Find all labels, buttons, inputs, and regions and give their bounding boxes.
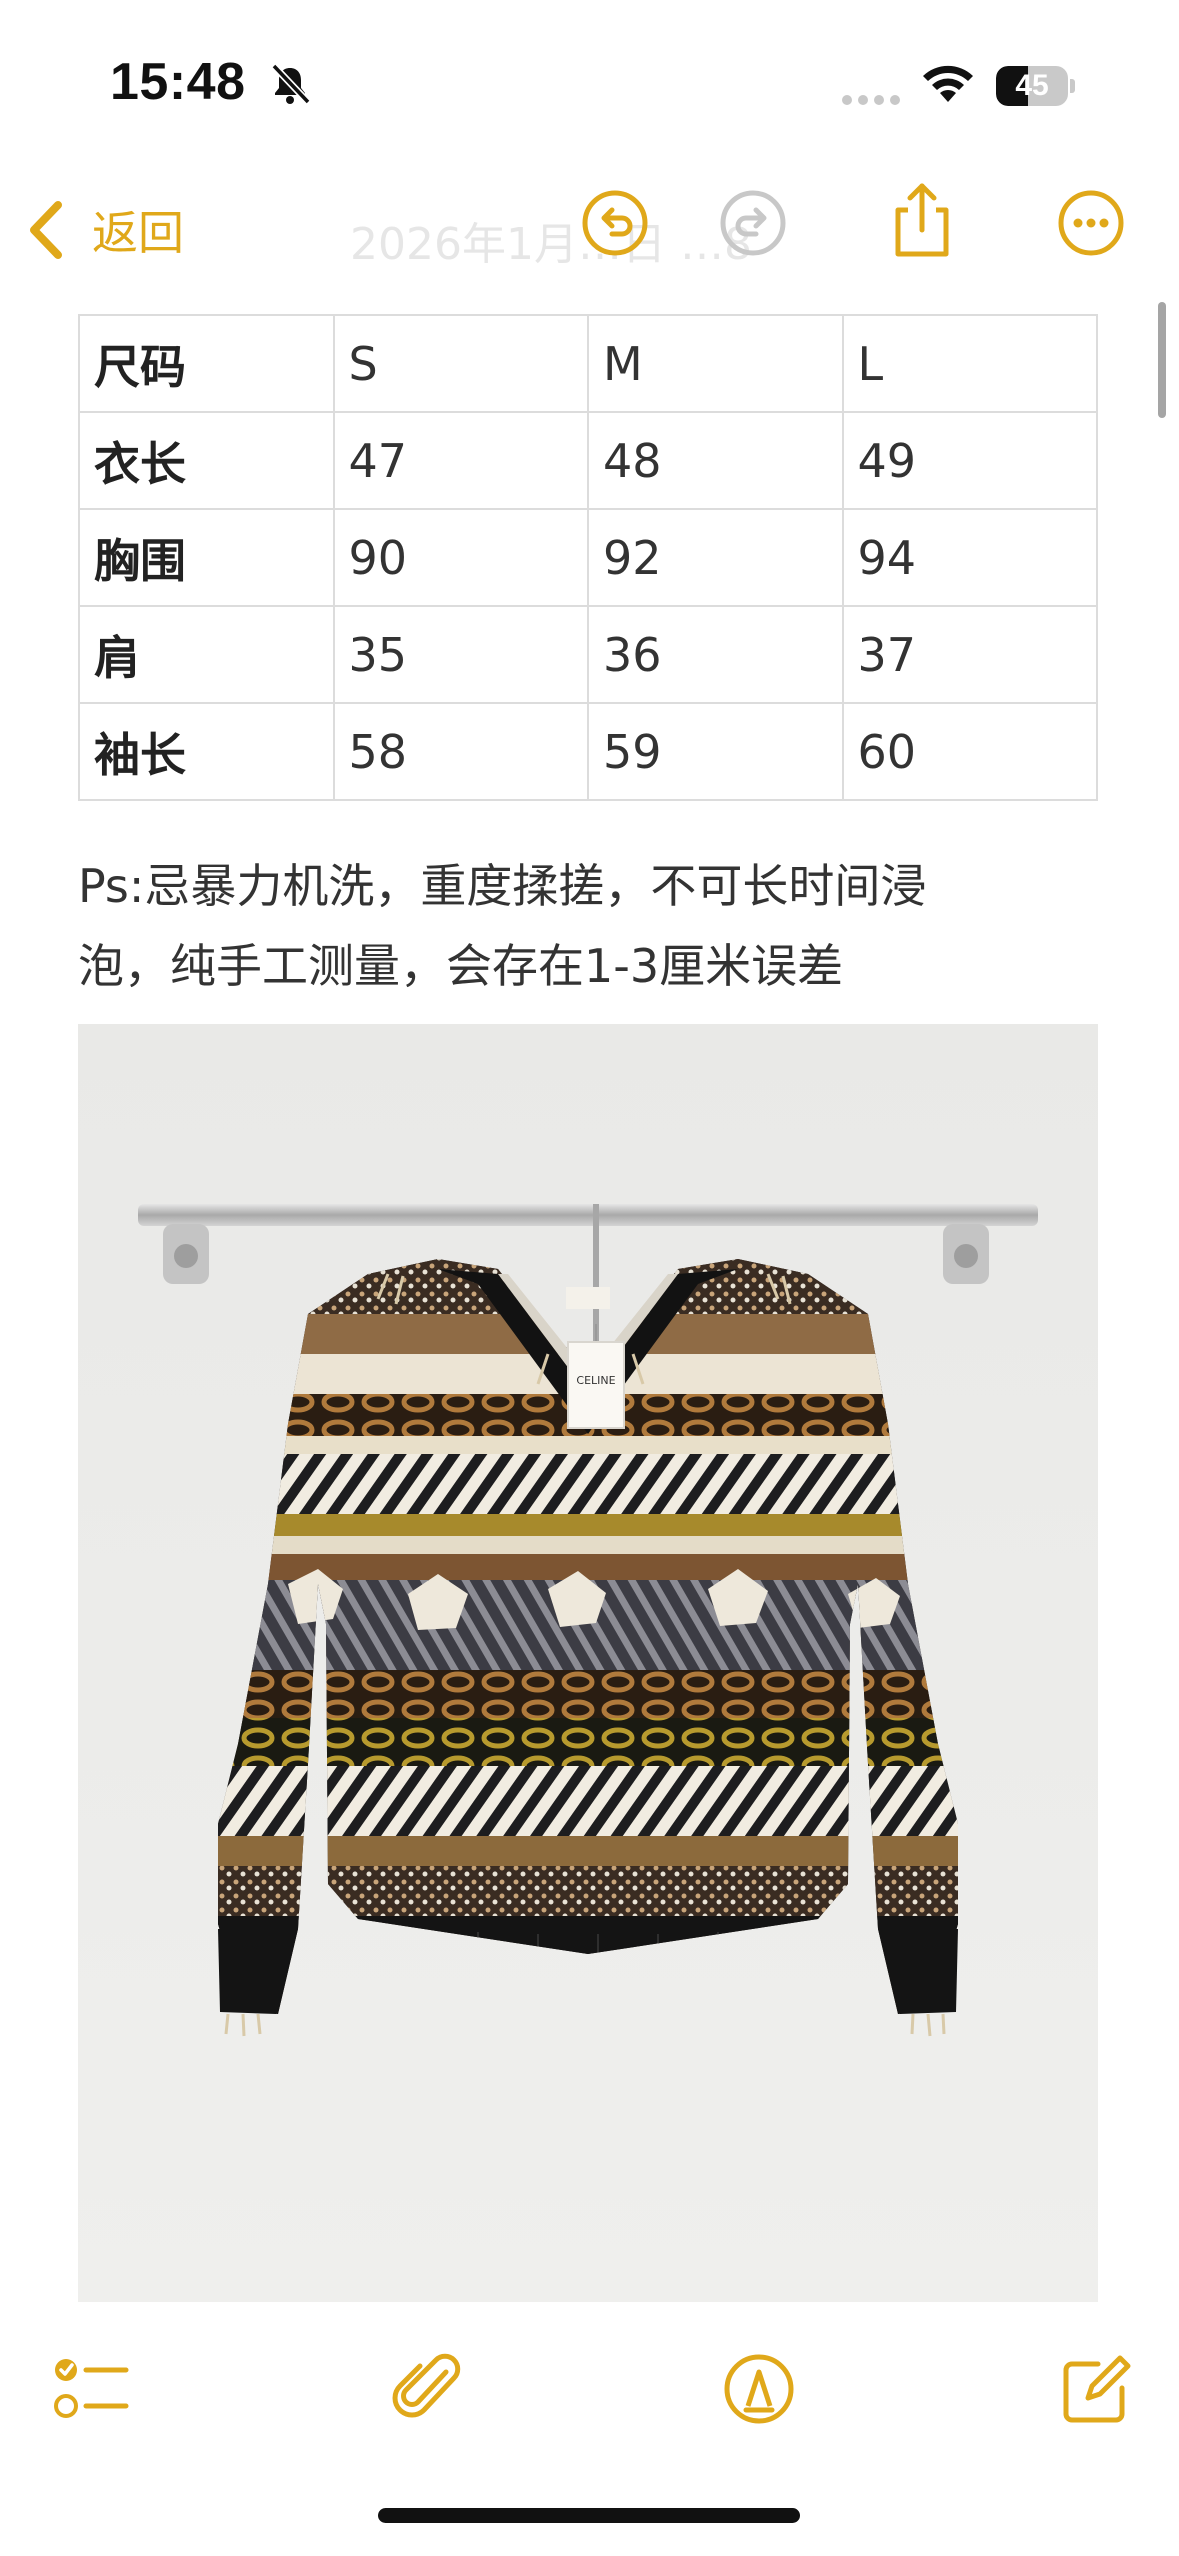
- battery-icon: 45: [996, 66, 1076, 106]
- tag-text: CELINE: [576, 1374, 615, 1387]
- home-indicator[interactable]: [378, 2508, 800, 2523]
- wifi-icon: [923, 65, 973, 102]
- table-cell: S: [332, 314, 589, 413]
- signal-icon: [842, 95, 900, 105]
- share-icon[interactable]: [886, 180, 958, 260]
- table-cell: L: [841, 314, 1098, 413]
- undo-icon[interactable]: [580, 188, 650, 258]
- size-table: 尺码 S M L 衣长 47 48 49 胸围 90 92 94 肩 35 36…: [78, 314, 1098, 801]
- table-cell: 肩: [78, 605, 335, 704]
- table-cell: 47: [332, 411, 589, 510]
- chevron-left-icon: [30, 201, 62, 259]
- table-cell: M: [587, 314, 844, 413]
- note-title: 2026年1月…日 …8: [350, 219, 752, 270]
- table-cell: 35: [332, 605, 589, 704]
- note-body[interactable]: Ps:忌暴力机洗，重度揉搓，不可长时间浸 泡，纯手工测量，会存在1-3厘米误差: [78, 846, 1108, 1006]
- checklist-icon[interactable]: [52, 2350, 130, 2428]
- table-row: 衣长 47 48 49: [78, 411, 1098, 510]
- table-row: 肩 35 36 37: [78, 605, 1098, 704]
- back-button[interactable]: 返回: [24, 190, 184, 270]
- more-icon[interactable]: [1056, 188, 1126, 258]
- redo-icon[interactable]: [718, 188, 788, 258]
- table-cell: 胸围: [78, 508, 335, 607]
- table-cell: 49: [841, 411, 1098, 510]
- compose-icon[interactable]: [1058, 2350, 1136, 2428]
- table-cell: 36: [587, 605, 844, 704]
- status-bar: 15:48 45: [0, 0, 1179, 150]
- table-cell: 尺码: [78, 314, 335, 413]
- table-cell: 58: [332, 702, 589, 801]
- table-cell: 48: [587, 411, 844, 510]
- bell-slash-icon: [271, 63, 311, 105]
- note-line: Ps:忌暴力机洗，重度揉搓，不可长时间浸: [78, 859, 927, 913]
- table-cell: 92: [587, 508, 844, 607]
- battery-level: 45: [1015, 69, 1049, 102]
- notes-screen: 15:48 45 返回 2026年1月…日 …8 尺码 S M L 衣长 47 …: [0, 0, 1179, 2556]
- sweater-illustration: CELINE: [78, 1024, 1098, 2302]
- bottom-toolbar: [0, 2320, 1179, 2450]
- attachment-icon[interactable]: [390, 2350, 468, 2428]
- status-time: 15:48: [110, 53, 246, 111]
- product-photo[interactable]: CELINE: [78, 1024, 1098, 2302]
- table-row: 袖长 58 59 60: [78, 702, 1098, 801]
- table-cell: 衣长: [78, 411, 335, 510]
- battery-body: 45: [996, 66, 1068, 106]
- note-line: 泡，纯手工测量，会存在1-3厘米误差: [78, 939, 844, 993]
- nav-bar: 返回 2026年1月…日 …8: [0, 170, 1179, 290]
- scroll-indicator[interactable]: [1158, 302, 1166, 418]
- table-cell: 94: [841, 508, 1098, 607]
- battery-cap: [1070, 79, 1075, 93]
- table-cell: 37: [841, 605, 1098, 704]
- table-cell: 90: [332, 508, 589, 607]
- table-cell: 60: [841, 702, 1098, 801]
- table-cell: 袖长: [78, 702, 335, 801]
- table-row: 胸围 90 92 94: [78, 508, 1098, 607]
- table-header-row: 尺码 S M L: [78, 314, 1098, 413]
- back-label: 返回: [92, 206, 184, 260]
- table-cell: 59: [587, 702, 844, 801]
- markup-icon[interactable]: [720, 2350, 798, 2428]
